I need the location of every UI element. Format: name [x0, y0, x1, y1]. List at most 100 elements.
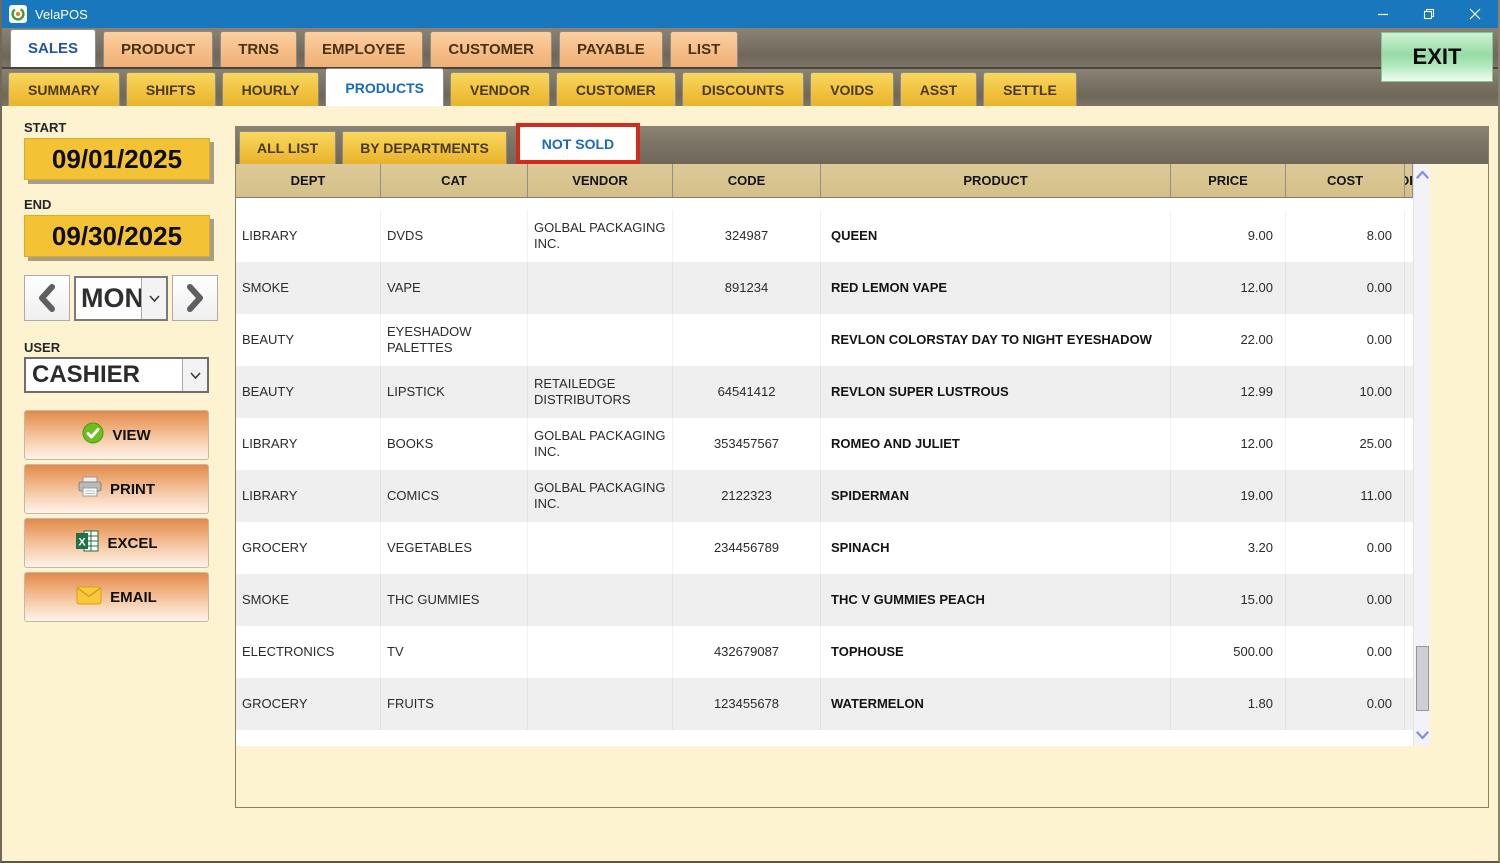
module-tab[interactable]: SUMMARY [8, 72, 120, 106]
cell-cost: 11.00 [1286, 470, 1405, 522]
module-tab[interactable]: DISCOUNTS [682, 72, 804, 106]
cell-code [673, 314, 821, 366]
restore-icon[interactable] [1406, 0, 1452, 28]
column-header: DEPT [236, 164, 381, 197]
cell-price: 12.99 [1171, 366, 1286, 418]
titlebar: VelaPOS [2, 0, 1498, 28]
table-row[interactable]: GROCERY VEGETABLES 234456789 SPINACH 3.2… [236, 522, 1430, 574]
cell-cat: VAPE [381, 262, 528, 314]
cell-cost: 0.00 [1286, 262, 1405, 314]
cell-price: 22.00 [1171, 314, 1286, 366]
cell-cat: TV [381, 626, 528, 678]
module-tab[interactable]: SHIFTS [126, 72, 216, 106]
main-tab[interactable]: EMPLOYEE [304, 31, 423, 67]
table-row[interactable]: BEAUTY EYESHADOW PALETTES REVLON COLORST… [236, 314, 1430, 366]
period-select[interactable]: MONTH [74, 276, 168, 321]
scroll-up-icon[interactable] [1414, 166, 1431, 183]
user-label: USER [24, 340, 60, 355]
cell-product: SPIDERMAN [821, 470, 1171, 522]
email-button[interactable]: EMAIL [24, 572, 209, 622]
table-row[interactable]: SMOKE VAPE 891234 RED LEMON VAPE 12.00 0… [236, 262, 1430, 314]
red-highlight-box: NOT SOLD [516, 123, 640, 164]
table-row[interactable]: GROCERY FRUITS 123455678 WATERMELON 1.80… [236, 678, 1430, 730]
table-row[interactable]: ELECTRONICS TV 432679087 TOPHOUSE 500.00… [236, 626, 1430, 678]
cell-code: 234456789 [673, 522, 821, 574]
print-button[interactable]: PRINT [24, 464, 209, 514]
excel-icon: X [75, 530, 99, 556]
table-row[interactable]: LIBRARY DVDS GOLBAL PACKAGING INC. 32498… [236, 210, 1430, 262]
chevron-down-icon[interactable] [141, 278, 166, 319]
scrollbar-thumb[interactable] [1416, 646, 1429, 711]
cell-price: 1.80 [1171, 678, 1286, 730]
cell-dept: ELECTRONICS [236, 626, 381, 678]
cell-cost: 8.00 [1286, 210, 1405, 262]
table-row[interactable]: LIBRARY COMICS GOLBAL PACKAGING INC. 212… [236, 470, 1430, 522]
main-tab[interactable]: LIST [670, 31, 739, 67]
module-tab[interactable]: VENDOR [450, 72, 550, 106]
cell-code: 123455678 [673, 678, 821, 730]
table-row[interactable]: BEAUTY LIPSTICK RETAILEDGE DISTRIBUTORS … [236, 366, 1430, 418]
minimize-icon[interactable] [1360, 0, 1406, 28]
cell-cat: THC GUMMIES [381, 574, 528, 626]
cell-cat: DVDS [381, 210, 528, 262]
main-tab[interactable]: CUSTOMER [430, 31, 552, 67]
chevron-down-icon[interactable] [182, 359, 207, 391]
end-date-button[interactable]: 09/30/2025 [24, 215, 210, 257]
main-tab[interactable]: PRODUCT [103, 31, 213, 67]
check-circle-icon [82, 422, 104, 448]
period-value: MONTH [76, 278, 141, 319]
cell-code: 353457567 [673, 418, 821, 470]
module-tab[interactable]: PRODUCTS [325, 68, 444, 106]
cell-cat: COMICS [381, 470, 528, 522]
view-button[interactable]: VIEW [24, 410, 209, 460]
cell-vendor: RETAILEDGE DISTRIBUTORS [528, 366, 673, 418]
table-row[interactable]: SMOKE THC GUMMIES THC V GUMMIES PEACH 15… [236, 574, 1430, 626]
cell-cost: 0.00 [1286, 574, 1405, 626]
main-tab[interactable]: TRNS [220, 31, 297, 67]
app-window: VelaPOS SALESPRODUCTTRNSEMPLOYEECUSTOMER… [0, 0, 1500, 863]
cell-cost: 0.00 [1286, 314, 1405, 366]
module-tab[interactable]: HOURLY [222, 72, 320, 106]
cell-product: QUEEN [821, 210, 1171, 262]
cell-vendor [528, 626, 673, 678]
cell-product: RED LEMON VAPE [821, 262, 1171, 314]
cell-vendor [528, 262, 673, 314]
cell-cat: EYESHADOW PALETTES [381, 314, 528, 366]
cell-vendor [528, 678, 673, 730]
cell-price: 19.00 [1171, 470, 1286, 522]
user-select[interactable]: CASHIER [24, 357, 209, 393]
close-icon[interactable] [1452, 0, 1498, 28]
cell-product: WATERMELON [821, 678, 1171, 730]
column-header: CODE [673, 164, 821, 197]
column-header: PRODUCT [821, 164, 1171, 197]
table-header-row: DEPTCATVENDORCODEPRODUCTPRICECOSTSOLD [236, 164, 1430, 198]
window-title: VelaPOS [35, 7, 88, 22]
column-header: COST [1286, 164, 1405, 197]
module-tab[interactable]: VOIDS [810, 72, 894, 106]
table-row[interactable]: LIBRARY BOOKS GOLBAL PACKAGING INC. 3534… [236, 418, 1430, 470]
cell-product: REVLON COLORSTAY DAY TO NIGHT EYESHADOW [821, 314, 1171, 366]
main-tab[interactable]: PAYABLE [559, 31, 663, 67]
scroll-down-icon[interactable] [1414, 727, 1431, 744]
cell-dept: BEAUTY [236, 366, 381, 418]
report-tab-not-sold[interactable]: NOT SOLD [520, 127, 636, 160]
report-tab-by-departments[interactable]: BY DEPARTMENTS [342, 131, 507, 164]
exit-button[interactable]: EXIT [1381, 32, 1493, 82]
report-tab-all-list[interactable]: ALL LIST [239, 131, 336, 164]
app-logo-icon [9, 5, 27, 23]
module-tab[interactable]: CUSTOMER [556, 72, 676, 106]
cell-code: 2122323 [673, 470, 821, 522]
cell-vendor: GOLBAL PACKAGING INC. [528, 210, 673, 262]
excel-button[interactable]: X EXCEL [24, 518, 209, 568]
cell-dept: GROCERY [236, 678, 381, 730]
column-header: SOLD [1405, 164, 1413, 197]
cell-vendor [528, 314, 673, 366]
vertical-scrollbar[interactable] [1413, 164, 1430, 746]
module-tab[interactable]: SETTLE [983, 72, 1077, 106]
start-date-button[interactable]: 09/01/2025 [24, 138, 210, 180]
previous-period-button[interactable] [24, 275, 70, 321]
module-tab[interactable]: ASST [900, 72, 977, 106]
next-period-button[interactable] [172, 275, 218, 321]
cell-product: REVLON SUPER LUSTROUS [821, 366, 1171, 418]
main-tab[interactable]: SALES [10, 29, 96, 67]
